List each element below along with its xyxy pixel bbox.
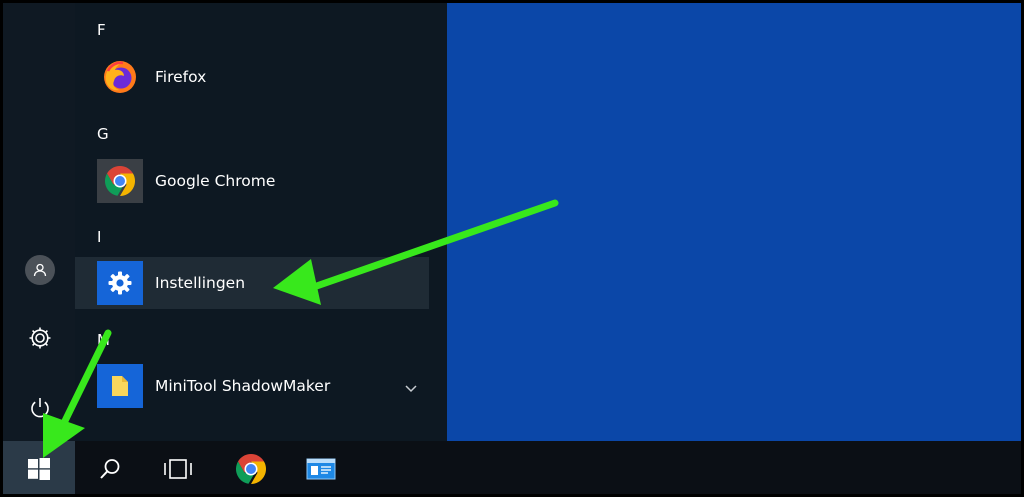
firefox-icon [97, 55, 143, 99]
section-letter-m[interactable]: M [97, 331, 110, 349]
app-window-icon [306, 458, 336, 484]
taskbar-chrome-button[interactable] [216, 441, 286, 494]
taskbar-app-button[interactable] [286, 441, 356, 494]
user-avatar-icon[interactable] [25, 255, 55, 285]
search-icon [98, 457, 122, 485]
start-menu-rail [3, 3, 75, 441]
windows-start-icon [27, 457, 51, 485]
section-letter-i[interactable]: I [97, 228, 101, 246]
app-item-google-chrome[interactable]: Google Chrome [75, 155, 429, 207]
app-item-instellingen[interactable]: Instellingen [75, 257, 429, 309]
settings-gear-icon[interactable] [25, 323, 55, 353]
app-label-minitool-shadowmaker: MiniTool ShadowMaker [155, 377, 331, 395]
section-letter-g[interactable]: G [97, 125, 109, 143]
start-menu-app-list: F Firefox G Google Chrome I Instellingen… [75, 3, 447, 441]
chevron-down-icon[interactable] [405, 378, 417, 397]
gear-icon [97, 261, 143, 305]
screenshot-frame: F Firefox G Google Chrome I Instellingen… [0, 0, 1024, 497]
app-item-minitool-shadowmaker[interactable]: MiniTool ShadowMaker [75, 360, 429, 412]
app-label-firefox: Firefox [155, 68, 207, 86]
taskbar [3, 441, 1021, 494]
power-icon[interactable] [25, 393, 55, 423]
section-letter-f[interactable]: F [97, 21, 106, 39]
desktop-background [447, 3, 1021, 441]
search-button[interactable] [75, 441, 145, 494]
app-label-instellingen: Instellingen [155, 274, 246, 292]
chrome-icon [97, 159, 143, 203]
task-view-icon [163, 458, 193, 484]
chrome-icon [234, 452, 268, 490]
app-label-google-chrome: Google Chrome [155, 172, 276, 190]
folder-icon [97, 364, 143, 408]
start-button[interactable] [3, 441, 75, 494]
task-view-button[interactable] [143, 441, 213, 494]
app-item-firefox[interactable]: Firefox [75, 51, 429, 103]
